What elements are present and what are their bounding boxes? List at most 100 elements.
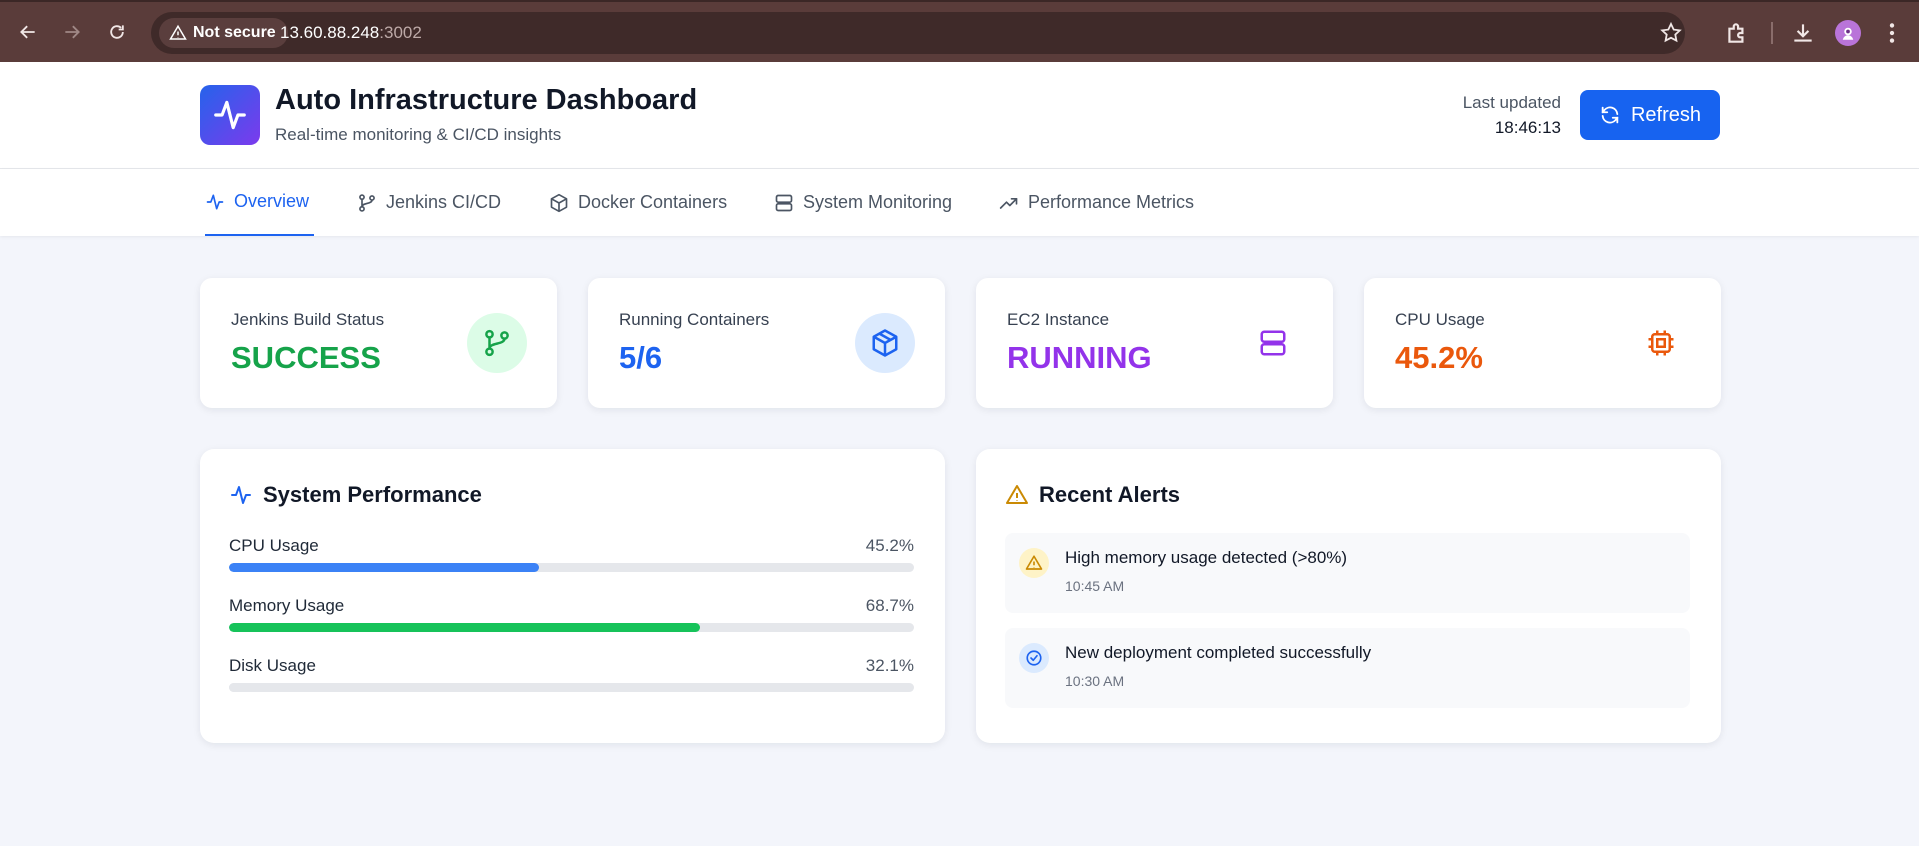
stat-icon-badge [855,313,915,373]
profile-avatar[interactable] [1835,20,1861,46]
box-icon [550,193,568,212]
app-logo [200,85,260,145]
progress-track [229,623,914,632]
metric-value: 32.1% [865,656,914,675]
alert-item[interactable]: High memory usage detected (>80%) 10:45 … [1005,533,1690,613]
metric-value: 45.2% [865,536,914,555]
security-label: Not secure [193,24,276,41]
progress-fill [229,623,700,632]
progress-fill [229,563,539,572]
alert-time: 10:30 AM [1065,673,1125,689]
browser-toolbar: Not secure 13.60.88.248:3002 [0,0,1919,62]
cpu-icon [1648,330,1674,356]
panel-title: Recent Alerts [1005,482,1180,508]
stat-label: Running Containers [619,310,770,329]
back-button[interactable] [14,18,42,46]
alert-message: High memory usage detected (>80%) [1065,548,1348,567]
profile-icon [1842,27,1854,40]
box-icon [872,329,898,357]
warning-icon [1025,555,1043,570]
panel-title: System Performance [229,482,482,508]
tab-label: Overview [234,191,310,211]
metric-name: CPU Usage [229,536,319,555]
progress-track [229,563,914,572]
refresh-label: Refresh [1630,103,1702,126]
stat-value: 45.2% [1395,340,1483,375]
tab-label: Jenkins CI/CD [386,192,502,212]
toolbar-divider [1771,22,1773,44]
security-indicator[interactable]: Not secure [159,18,288,48]
tab-label: Docker Containers [578,192,728,212]
stat-card-containers: Running Containers 5/6 [588,278,945,408]
stat-icon-badge [1243,313,1303,373]
metric-name: Memory Usage [229,596,345,615]
stat-card-cpu: CPU Usage 45.2% [1364,278,1721,408]
stat-value: 5/6 [619,340,663,375]
arrow-left-icon [20,25,35,39]
git-branch-icon [485,329,509,357]
stat-label: Jenkins Build Status [231,310,385,329]
tab-label: System Monitoring [803,192,953,212]
server-icon [775,194,793,211]
alert-icon-badge [1019,548,1049,578]
stat-card-jenkins: Jenkins Build Status SUCCESS [200,278,557,408]
refresh-button[interactable]: Refresh [1580,90,1720,140]
arrow-right-icon [65,25,80,39]
stat-label: CPU Usage [1395,310,1485,329]
stat-value: RUNNING [1007,340,1152,375]
alert-message: New deployment completed successfully [1065,643,1372,662]
forward-button[interactable] [58,18,86,46]
metric-name: Disk Usage [229,656,316,675]
stat-icon-badge [467,313,527,373]
tab-label: Performance Metrics [1028,192,1195,212]
stat-value: SUCCESS [231,340,381,375]
tab-docker[interactable]: Docker Containers [549,169,727,236]
activity-icon [206,194,224,209]
tab-system-monitoring[interactable]: System Monitoring [774,169,952,236]
more-vert-icon[interactable] [1879,20,1905,46]
progress-track [229,683,914,692]
panel-title-text: System Performance [263,482,482,507]
download-icon[interactable] [1790,20,1816,46]
url-host: 13.60.88.248 [280,23,380,42]
metric-cpu: CPU Usage 45.2% [229,536,914,578]
git-branch-icon [359,193,375,212]
trending-up-icon [999,197,1018,209]
metric-memory: Memory Usage 68.7% [229,596,914,638]
bookmark-star-icon[interactable] [1659,21,1683,45]
metric-value: 68.7% [865,596,914,615]
alert-icon-badge [1019,643,1049,673]
metric-disk: Disk Usage 32.1% [229,656,914,698]
url-text: 13.60.88.248:3002 [280,23,422,43]
panel-title-text: Recent Alerts [1039,482,1181,507]
url-port: :3002 [379,23,422,42]
alert-item[interactable]: New deployment completed successfully 10… [1005,628,1690,708]
progress-fill [229,683,449,692]
activity-icon [214,100,246,130]
warning-icon [1006,485,1028,504]
stat-card-ec2: EC2 Instance RUNNING [976,278,1333,408]
extensions-icon[interactable] [1724,20,1750,46]
recent-alerts-panel: Recent Alerts High memory usage detected… [976,449,1721,743]
refresh-icon [1601,106,1619,124]
page-subtitle: Real-time monitoring & CI/CD insights [275,125,562,144]
activity-icon [231,486,251,504]
warning-triangle-icon [169,24,187,40]
last-updated-label: Last updated [1462,93,1561,112]
stat-label: EC2 Instance [1007,310,1110,329]
page-title: Auto Infrastructure Dashboard [275,84,698,116]
address-bar[interactable]: Not secure 13.60.88.248:3002 [151,12,1685,54]
tab-bar: Overview Jenkins CI/CD Docker Containers… [0,169,1919,236]
check-circle-icon [1026,650,1042,666]
reload-button[interactable] [103,18,131,46]
server-icon [1260,330,1286,356]
tab-jenkins[interactable]: Jenkins CI/CD [357,169,501,236]
tab-performance-metrics[interactable]: Performance Metrics [999,169,1194,236]
alert-time: 10:45 AM [1065,578,1125,594]
app-header: Auto Infrastructure Dashboard Real-time … [0,62,1919,169]
tab-overview[interactable]: Overview [205,169,315,236]
browser-tabstrip-edge [0,0,1919,2]
reload-icon [110,25,124,39]
last-updated-time: 18:46:13 [1494,118,1561,137]
stat-icon-badge [1631,313,1691,373]
